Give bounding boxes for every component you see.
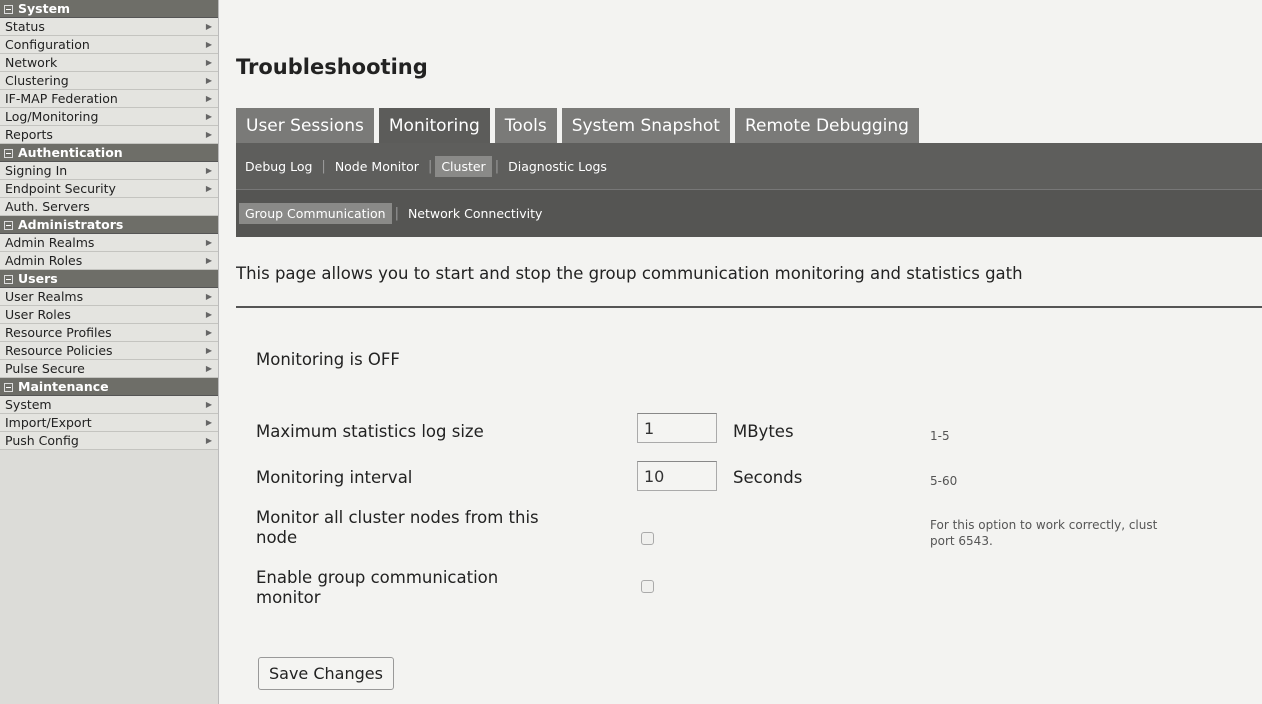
chevron-right-icon: ▶ — [205, 256, 212, 265]
sidebar-item-reports[interactable]: Reports ▶ — [0, 126, 218, 144]
enable-gc-monitor-checkbox[interactable] — [641, 580, 654, 593]
chevron-right-icon: ▶ — [205, 364, 212, 373]
sidebar-section-users[interactable]: Users — [0, 270, 218, 288]
chevron-right-icon: ▶ — [205, 418, 212, 427]
save-changes-button[interactable]: Save Changes — [258, 657, 394, 690]
chevron-right-icon: ▶ — [205, 58, 212, 67]
interval-input[interactable] — [637, 461, 717, 491]
sidebar-section-system[interactable]: System — [0, 0, 218, 18]
chevron-right-icon: ▶ — [205, 40, 212, 49]
chevron-right-icon: ▶ — [205, 112, 212, 121]
sidebar-item-system[interactable]: System ▶ — [0, 396, 218, 414]
sidebar-item-push-config[interactable]: Push Config ▶ — [0, 432, 218, 450]
log-size-unit: MBytes — [733, 422, 794, 441]
chevron-right-icon: ▶ — [205, 436, 212, 445]
sidebar-section-maintenance[interactable]: Maintenance — [0, 378, 218, 396]
log-size-hint: 1-5 — [930, 429, 950, 443]
interval-unit: Seconds — [733, 468, 803, 487]
interval-hint: 5-60 — [930, 474, 958, 488]
sidebar-item-pulse-secure[interactable]: Pulse Secure ▶ — [0, 360, 218, 378]
chevron-right-icon: ▶ — [205, 130, 212, 139]
chevron-right-icon: ▶ — [205, 400, 212, 409]
log-size-label: Maximum statistics log size — [256, 422, 484, 441]
sidebar-item-clustering[interactable]: Clustering ▶ — [0, 72, 218, 90]
subnav-cluster-options: Group Communication | Network Connectivi… — [236, 189, 1262, 237]
sidebar-item-admin-realms[interactable]: Admin Realms ▶ — [0, 234, 218, 252]
subnav-debug-log[interactable]: Debug Log — [239, 156, 318, 177]
chevron-right-icon: ▶ — [205, 346, 212, 355]
sidebar-item-import-export[interactable]: Import/Export ▶ — [0, 414, 218, 432]
page-description: This page allows you to start and stop t… — [236, 264, 1023, 283]
tab-tools[interactable]: Tools — [494, 108, 557, 143]
collapse-icon[interactable] — [4, 149, 13, 158]
chevron-right-icon: ▶ — [205, 94, 212, 103]
sidebar-section-administrators[interactable]: Administrators — [0, 216, 218, 234]
tab-user-sessions[interactable]: User Sessions — [236, 108, 374, 143]
interval-label: Monitoring interval — [256, 468, 413, 487]
sidebar: System Status ▶ Configuration ▶ Network ▶ C… — [0, 0, 219, 704]
separator: | — [494, 158, 500, 174]
chevron-right-icon: ▶ — [205, 238, 212, 247]
chevron-right-icon: ▶ — [205, 166, 212, 175]
sidebar-item-endpoint-security[interactable]: Endpoint Security ▶ — [0, 180, 218, 198]
subnav-node-monitor[interactable]: Node Monitor — [329, 156, 425, 177]
collapse-icon[interactable] — [4, 275, 13, 284]
sidebar-item-admin-roles[interactable]: Admin Roles ▶ — [0, 252, 218, 270]
chevron-right-icon: ▶ — [205, 22, 212, 31]
subnav-diagnostic-logs[interactable]: Diagnostic Logs — [502, 156, 613, 177]
chevron-right-icon: ▶ — [205, 310, 212, 319]
separator: | — [427, 158, 433, 174]
collapse-icon[interactable] — [4, 5, 13, 14]
monitor-all-nodes-label: Monitor all cluster nodes from this node — [256, 508, 539, 547]
subnav-network-connectivity[interactable]: Network Connectivity — [402, 203, 549, 224]
collapse-icon[interactable] — [4, 221, 13, 230]
enable-gc-monitor-label: Enable group communication monitor — [256, 568, 499, 607]
tab-bar: User Sessions Monitoring Tools System Sn… — [236, 108, 924, 143]
subnav-group-communication[interactable]: Group Communication — [239, 203, 392, 224]
monitor-all-nodes-checkbox[interactable] — [641, 532, 654, 545]
tab-system-snapshot[interactable]: System Snapshot — [561, 108, 730, 143]
sidebar-item-configuration[interactable]: Configuration ▶ — [0, 36, 218, 54]
separator: | — [321, 158, 326, 174]
chevron-right-icon: ▶ — [205, 184, 212, 193]
chevron-right-icon: ▶ — [205, 76, 212, 85]
sidebar-item-user-roles[interactable]: User Roles ▶ — [0, 306, 218, 324]
tab-remote-debugging[interactable]: Remote Debugging — [734, 108, 919, 143]
sidebar-item-network[interactable]: Network ▶ — [0, 54, 218, 72]
log-size-input[interactable] — [637, 413, 717, 443]
sidebar-item-if-map-federation[interactable]: IF-MAP Federation ▶ — [0, 90, 218, 108]
sidebar-section-authentication[interactable]: Authentication — [0, 144, 218, 162]
monitor-all-nodes-hint: For this option to work correctly, clust… — [930, 518, 1158, 548]
subnav-cluster[interactable]: Cluster — [435, 155, 492, 177]
chevron-right-icon: ▶ — [205, 328, 212, 337]
subnav-monitoring: Debug Log | Node Monitor | Cluster | Dia… — [236, 143, 1262, 189]
main-content: Troubleshooting User Sessions Monitoring… — [219, 0, 1262, 704]
tab-monitoring[interactable]: Monitoring — [378, 108, 490, 143]
sidebar-item-auth-servers[interactable]: Auth. Servers — [0, 198, 218, 216]
divider — [236, 306, 1262, 308]
chevron-right-icon: ▶ — [205, 292, 212, 301]
sidebar-item-log-monitoring[interactable]: Log/Monitoring ▶ — [0, 108, 218, 126]
sidebar-item-user-realms[interactable]: User Realms ▶ — [0, 288, 218, 306]
monitoring-status: Monitoring is OFF — [256, 350, 400, 369]
sidebar-item-status[interactable]: Status ▶ — [0, 18, 218, 36]
sidebar-item-resource-policies[interactable]: Resource Policies ▶ — [0, 342, 218, 360]
sidebar-item-signing-in[interactable]: Signing In ▶ — [0, 162, 218, 180]
collapse-icon[interactable] — [4, 383, 13, 392]
sidebar-item-resource-profiles[interactable]: Resource Profiles ▶ — [0, 324, 218, 342]
separator: | — [394, 206, 399, 221]
page-title: Troubleshooting — [236, 55, 428, 79]
